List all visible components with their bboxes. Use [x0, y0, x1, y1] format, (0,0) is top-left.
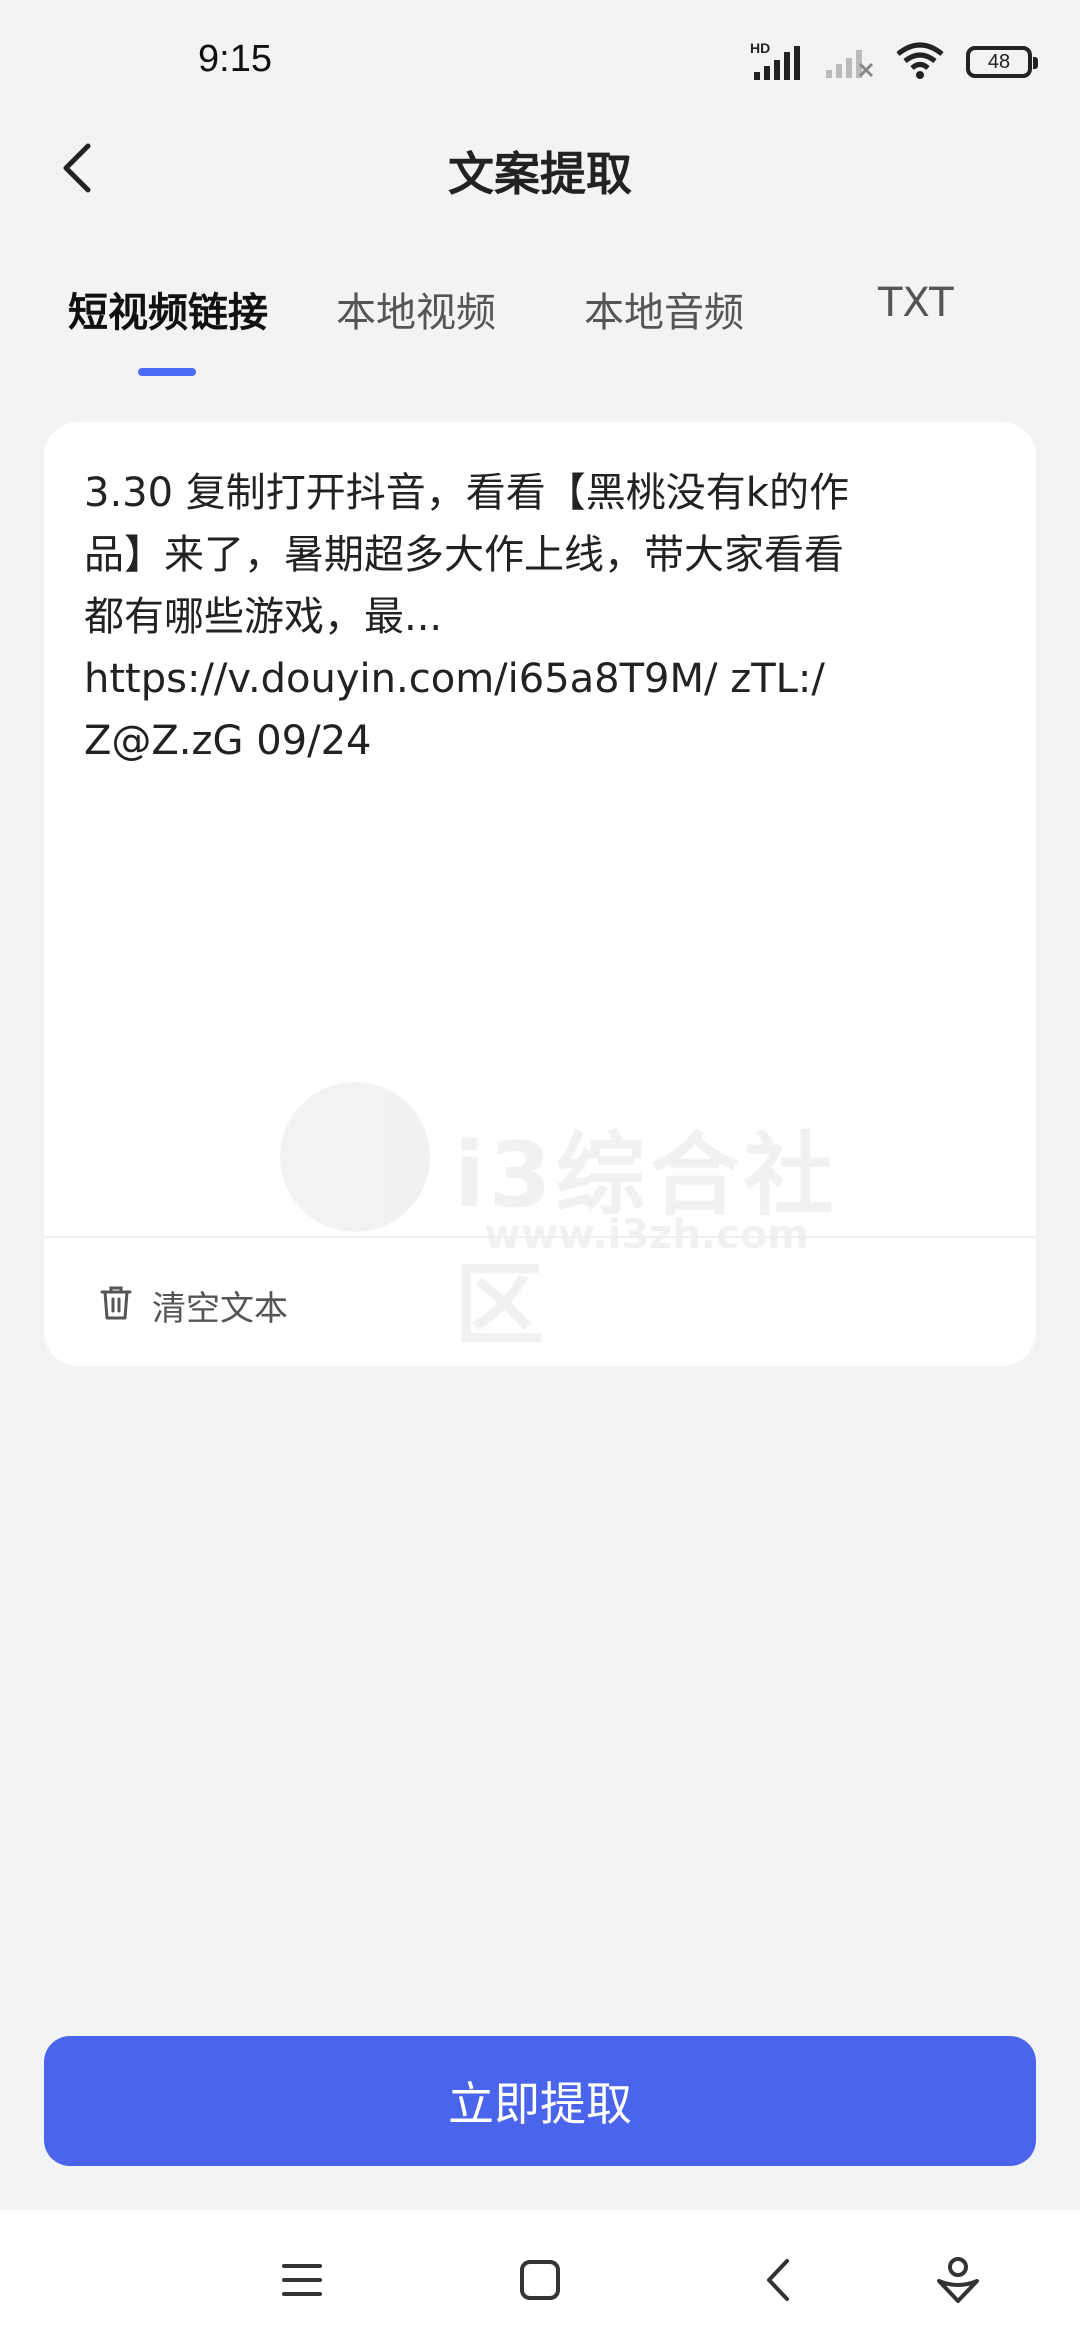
home-icon: [518, 2258, 562, 2306]
tab-bar: 短视频链接 本地视频 本地音频 TXT: [0, 260, 1080, 380]
assistant-icon: [935, 2255, 981, 2309]
signal-off-icon: [822, 40, 874, 84]
text-line: 3.30 复制打开抖音，看看【黑桃没有k的作: [84, 470, 849, 516]
menu-button[interactable]: [272, 2252, 332, 2312]
tab-local-video[interactable]: 本地视频: [336, 280, 496, 338]
clear-text-button[interactable]: 清空文本: [98, 1270, 288, 1340]
system-nav-bar: [0, 2210, 1080, 2340]
divider: [44, 1236, 1036, 1238]
home-button[interactable]: [510, 2252, 570, 2312]
status-time: 9:15: [198, 38, 272, 80]
tab-indicator: [138, 368, 196, 376]
menu-icon: [280, 2260, 324, 2304]
clear-text-label: 清空文本: [152, 1288, 288, 1329]
nav-back-button[interactable]: [748, 2252, 808, 2312]
status-icons: HD 48: [750, 40, 1038, 84]
assistant-button[interactable]: [928, 2252, 988, 2312]
extract-now-button[interactable]: 立即提取: [44, 2036, 1036, 2166]
header: 文案提取: [0, 120, 1080, 220]
text-input-card: i3综合社区 www.i3zh.com 3.30 复制打开抖音，看看【黑桃没有k…: [44, 422, 1036, 1366]
wifi-icon: [894, 40, 946, 84]
tab-txt[interactable]: TXT: [878, 280, 954, 326]
link-text-input[interactable]: 3.30 复制打开抖音，看看【黑桃没有k的作 品】来了，暑期超多大作上线，带大家…: [84, 462, 996, 1222]
signal-icon: HD: [750, 40, 802, 82]
page-title: 文案提取: [448, 147, 632, 201]
text-line: Z@Z.zG 09/24: [84, 718, 372, 764]
tab-local-audio[interactable]: 本地音频: [584, 280, 744, 338]
battery-level: 48: [987, 50, 1011, 73]
text-line: https://v.douyin.com/i65a8T9M/ zTL:/: [84, 656, 825, 702]
text-line: 都有哪些游戏，最...: [84, 594, 443, 640]
trash-icon: [98, 1284, 134, 1326]
battery-icon: 48: [966, 46, 1038, 78]
tab-short-video-link[interactable]: 短视频链接: [68, 280, 268, 338]
text-line: 品】来了，暑期超多大作上线，带大家看看: [84, 532, 844, 578]
back-icon: [761, 2257, 795, 2307]
status-bar: 9:15 HD 48: [0, 0, 1080, 120]
